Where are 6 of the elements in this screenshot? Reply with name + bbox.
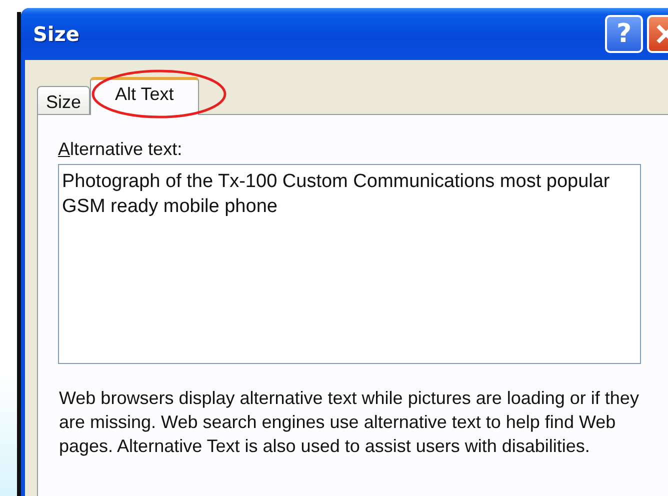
field-label: Alternative text: [58,139,184,160]
help-text: Web browsers display alternative text while pictures are loading or if they are missing. Web search engines use alternative text to help find Web pages. Alternative Text is also used to assist users with disabilities. [59,387,639,458]
tab[interactable]: Alt Text [90,77,199,115]
window-title: Size [33,22,80,46]
alt-text-field[interactable]: Photograph of the Tx-100 Custom Communications most popular GSM ready mobile phone [58,164,641,364]
tab[interactable]: Size [37,86,90,114]
